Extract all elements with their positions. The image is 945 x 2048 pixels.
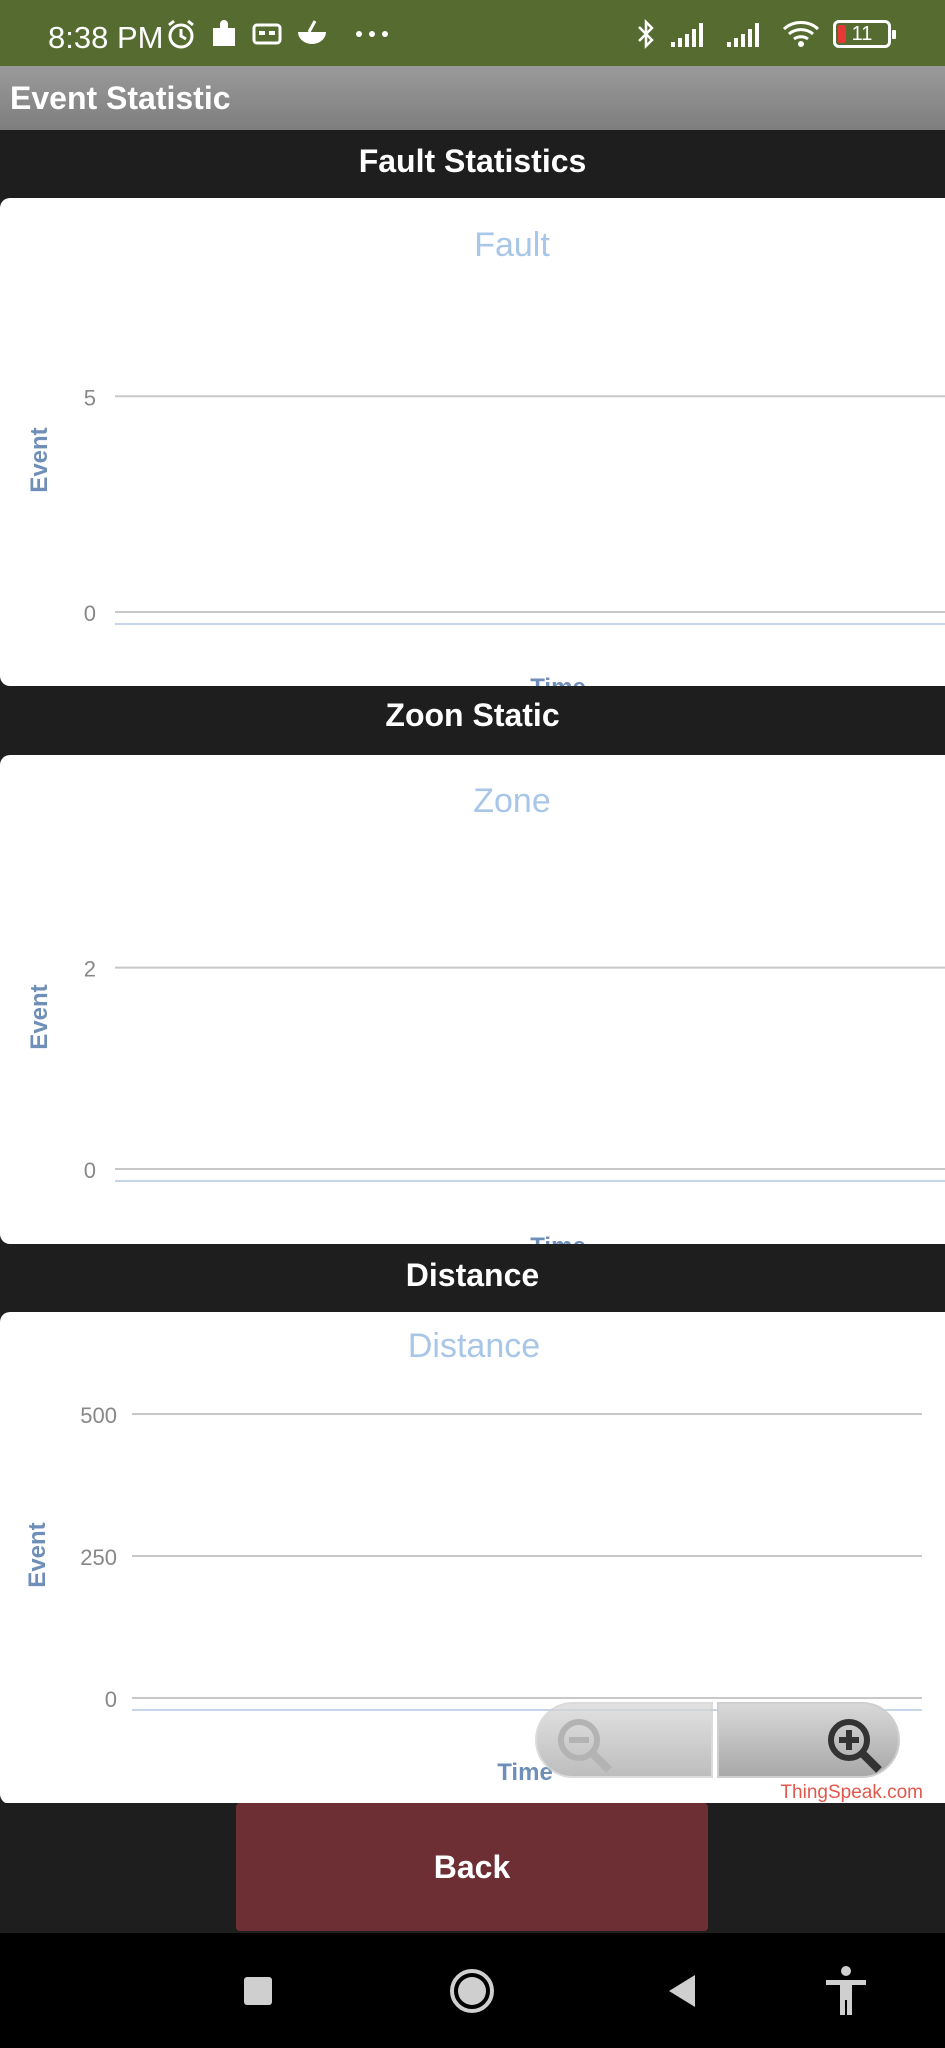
distance-section-title: Distance [0,1244,945,1312]
signal-icon [727,23,759,47]
app-title-bar: Event Statistic [0,66,945,130]
screen: 8:38 PM 11 Event Statistic Fault Statist… [0,0,945,2048]
accessibility-icon [826,1965,866,2015]
accessibility-button[interactable] [796,1933,896,2048]
zoom-out-icon [558,1719,612,1773]
vr-icon [252,23,282,45]
y-tick-label: 250 [80,1545,117,1570]
battery-icon: 11 [833,20,896,48]
y-axis-label: Event [26,427,53,492]
zoom-in-button[interactable] [717,1702,900,1778]
system-back-button[interactable] [632,1933,732,2048]
fault-chart[interactable]: Fault0500:2500:3000:3500:40EventTime [0,198,945,686]
home-button[interactable] [422,1933,522,2048]
back-icon [669,1974,695,2007]
y-tick-label: 2 [84,957,96,982]
chart-title: Distance [408,1327,540,1365]
y-tick-label: 5 [84,385,96,410]
x-axis-label: Time [530,674,586,686]
zone-chart[interactable]: Zone0200:3000:35EventTime [0,755,945,1244]
app-title: Event Statistic [10,80,231,116]
zoom-controls [535,1702,900,1778]
y-tick-label: 0 [84,601,96,626]
bluetooth-icon [638,18,654,50]
x-axis-label: Time [530,1233,586,1244]
y-axis-label: Event [24,1522,51,1587]
puzzle-icon [213,20,235,46]
home-icon [450,1968,494,2013]
zoom-out-button[interactable] [535,1702,713,1778]
y-tick-label: 0 [105,1687,117,1712]
back-button[interactable]: Back [236,1803,708,1931]
chart-title: Fault [474,226,550,264]
fault-section-title: Fault Statistics [0,130,945,192]
fault-chart-card[interactable]: Fault0500:2500:3000:3500:40EventTime [0,198,945,686]
zoom-in-icon [828,1719,882,1773]
bowl-icon [298,20,326,44]
alarm-icon [168,19,194,49]
signal-icon [671,23,703,47]
y-tick-label: 0 [84,1158,96,1183]
y-tick-label: 500 [80,1403,117,1428]
status-bar: 8:38 PM 11 [0,0,945,66]
chart-title: Zone [473,782,551,820]
zone-section-title: Zoon Static [0,686,945,744]
zone-chart-card[interactable]: Zone0200:3000:35EventTime [0,755,945,1244]
thingspeak-watermark[interactable]: ThingSpeak.com [780,1782,923,1804]
recents-button[interactable] [208,1933,308,2048]
recents-icon [244,1976,272,2005]
system-nav-bar [0,1933,945,2048]
status-time: 8:38 PM [48,20,164,55]
more-dots-icon [356,31,388,37]
y-axis-label: Event [26,984,53,1049]
wifi-icon [782,21,820,47]
